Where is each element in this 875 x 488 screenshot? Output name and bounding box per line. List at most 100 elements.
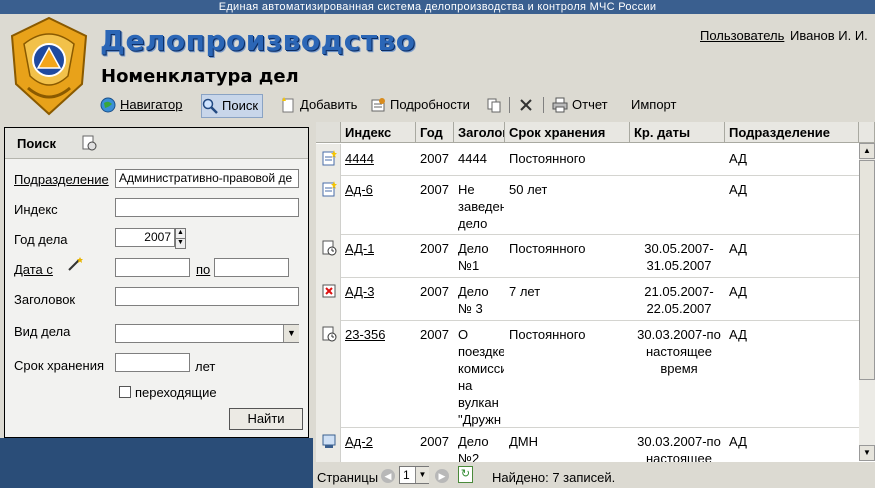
table-row[interactable]: 4444 2007 4444 Постоянного АД bbox=[316, 144, 859, 176]
row-selector[interactable] bbox=[316, 277, 341, 320]
search-settings-icon[interactable] bbox=[81, 135, 97, 151]
column-header-year[interactable]: Год bbox=[416, 122, 454, 143]
report-button[interactable]: Отчет bbox=[552, 94, 608, 116]
heading-field[interactable] bbox=[115, 287, 299, 306]
chevron-down-icon[interactable]: ▼ bbox=[283, 325, 299, 342]
row-index-link[interactable]: Ад-2 bbox=[345, 433, 373, 450]
navigator-label: Навигатор bbox=[120, 97, 183, 112]
chevron-down-icon[interactable]: ▼ bbox=[859, 445, 875, 461]
emchs-emblem-icon bbox=[10, 16, 88, 116]
row-title: Дело №2 bbox=[458, 434, 489, 462]
close-icon bbox=[520, 99, 532, 111]
division-field[interactable]: Административно-правовой де bbox=[115, 169, 299, 188]
date-from-link[interactable]: Дата с bbox=[14, 262, 53, 277]
magic-wand-icon[interactable] bbox=[67, 256, 85, 272]
row-retention: 7 лет bbox=[509, 284, 541, 299]
row-year: 2007 bbox=[420, 284, 449, 299]
row-title: Дело № 3 bbox=[458, 284, 489, 316]
table-row[interactable]: АД-1 2007 Дело №1 Постоянного 30.05.2007… bbox=[316, 234, 859, 278]
details-button[interactable]: Подробности bbox=[370, 94, 470, 116]
magnifier-icon bbox=[202, 98, 218, 114]
details-icon bbox=[371, 98, 385, 112]
table-row[interactable]: АД-3 2007 Дело № 3 7 лет 21.05.2007-22.0… bbox=[316, 277, 859, 321]
scrollbar-thumb[interactable] bbox=[859, 160, 875, 380]
row-retention: Постоянного bbox=[509, 327, 586, 342]
search-label: Поиск bbox=[222, 98, 259, 113]
clock-doc-icon bbox=[322, 240, 337, 256]
index-field[interactable] bbox=[115, 198, 299, 217]
search-button[interactable]: Поиск bbox=[201, 94, 264, 118]
page-title: Номенклатура дел bbox=[101, 66, 299, 87]
closed-doc-icon bbox=[322, 284, 336, 298]
row-dates: 21.05.2007-22.05.2007 bbox=[644, 284, 714, 316]
add-button[interactable]: Добавить bbox=[280, 94, 357, 116]
row-retention: Постоянного bbox=[509, 241, 586, 256]
row-index-link[interactable]: 23-356 bbox=[345, 326, 385, 343]
row-title: 4444 bbox=[458, 151, 487, 166]
row-title: О поездке комисси на вулкан "Дружн bbox=[458, 327, 504, 427]
row-retention: Постоянного bbox=[509, 151, 586, 166]
chevron-up-icon[interactable]: ▲ bbox=[859, 143, 875, 159]
import-label: Импорт bbox=[631, 97, 677, 112]
row-selector[interactable] bbox=[316, 144, 341, 175]
pager: Страницы ◀ 1 ▼ ▶ ↻ Найдено: 7 записей. bbox=[313, 462, 875, 488]
column-header-retention[interactable]: Срок хранения bbox=[505, 122, 630, 143]
row-division: АД bbox=[729, 151, 747, 166]
transitional-checkbox[interactable] bbox=[119, 386, 131, 398]
user-link[interactable]: Пользователь bbox=[700, 28, 784, 43]
row-year: 2007 bbox=[420, 241, 449, 256]
row-year: 2007 bbox=[420, 434, 449, 449]
row-dates: 30.05.2007-31.05.2007 bbox=[644, 241, 714, 273]
row-selector[interactable] bbox=[316, 320, 341, 427]
year-spinner[interactable]: ▲ ▼ bbox=[175, 228, 186, 249]
transitional-label: переходящие bbox=[135, 385, 217, 400]
year-field[interactable]: 2007 bbox=[115, 228, 175, 247]
page-select-value: 1 bbox=[403, 468, 410, 482]
column-header-title[interactable]: Заголовок bbox=[454, 122, 505, 143]
row-selector[interactable] bbox=[316, 234, 341, 277]
row-selector[interactable] bbox=[316, 427, 341, 462]
column-header-division[interactable]: Подразделение bbox=[725, 122, 859, 143]
refresh-icon[interactable]: ↻ bbox=[458, 466, 473, 483]
chevron-up-icon[interactable]: ▲ bbox=[175, 228, 186, 239]
table-scrollbar[interactable]: ▲ ▼ bbox=[859, 143, 875, 461]
chevron-down-icon[interactable]: ▼ bbox=[175, 239, 186, 249]
row-index-link[interactable]: 4444 bbox=[345, 150, 374, 167]
date-to-link[interactable]: по bbox=[196, 262, 210, 277]
find-button[interactable]: Найти bbox=[229, 408, 303, 430]
row-index-link[interactable]: Ад-6 bbox=[345, 181, 373, 198]
years-unit-label: лет bbox=[195, 359, 216, 374]
clock-doc-icon bbox=[322, 326, 337, 342]
retention-field[interactable] bbox=[115, 353, 190, 372]
search-panel-title: Поиск bbox=[17, 136, 57, 151]
next-page-icon[interactable]: ▶ bbox=[435, 469, 449, 483]
copy-button[interactable] bbox=[486, 94, 506, 116]
date-from-field[interactable] bbox=[115, 258, 190, 277]
table-row[interactable]: Ад-6 2007 Не заведен дело 50 лет АД bbox=[316, 175, 859, 235]
retention-label: Срок хранения bbox=[14, 358, 104, 373]
table-row[interactable]: 23-356 2007 О поездке комисси на вулкан … bbox=[316, 320, 859, 428]
copy-icon bbox=[487, 98, 501, 113]
row-division: АД bbox=[729, 241, 747, 256]
column-header-dates[interactable]: Кр. даты bbox=[630, 122, 725, 143]
index-label: Индекс bbox=[14, 202, 58, 217]
row-index-link[interactable]: АД-1 bbox=[345, 240, 374, 257]
table-row[interactable]: Ад-2 2007 Дело №2 ДМН 30.03.2007-по наст… bbox=[316, 427, 859, 462]
page-select[interactable]: 1 ▼ bbox=[399, 466, 429, 484]
row-index-link[interactable]: АД-3 bbox=[345, 283, 374, 300]
division-link[interactable]: Подразделение bbox=[14, 172, 109, 187]
new-doc-icon bbox=[322, 150, 337, 166]
row-selector[interactable] bbox=[316, 175, 341, 234]
report-label: Отчет bbox=[572, 97, 608, 112]
pages-label: Страницы bbox=[317, 470, 379, 485]
chevron-down-icon[interactable]: ▼ bbox=[415, 467, 429, 483]
kind-select[interactable] bbox=[115, 324, 299, 343]
user-name: Иванов И. И. bbox=[790, 28, 868, 43]
navigator-button[interactable]: Навигатор bbox=[100, 94, 182, 116]
delete-button[interactable] bbox=[518, 94, 538, 116]
prev-page-icon[interactable]: ◀ bbox=[381, 469, 395, 483]
column-header-index[interactable]: Индекс bbox=[341, 122, 416, 143]
import-button[interactable]: Импорт bbox=[631, 94, 676, 116]
date-to-field[interactable] bbox=[214, 258, 289, 277]
row-year: 2007 bbox=[420, 327, 449, 342]
